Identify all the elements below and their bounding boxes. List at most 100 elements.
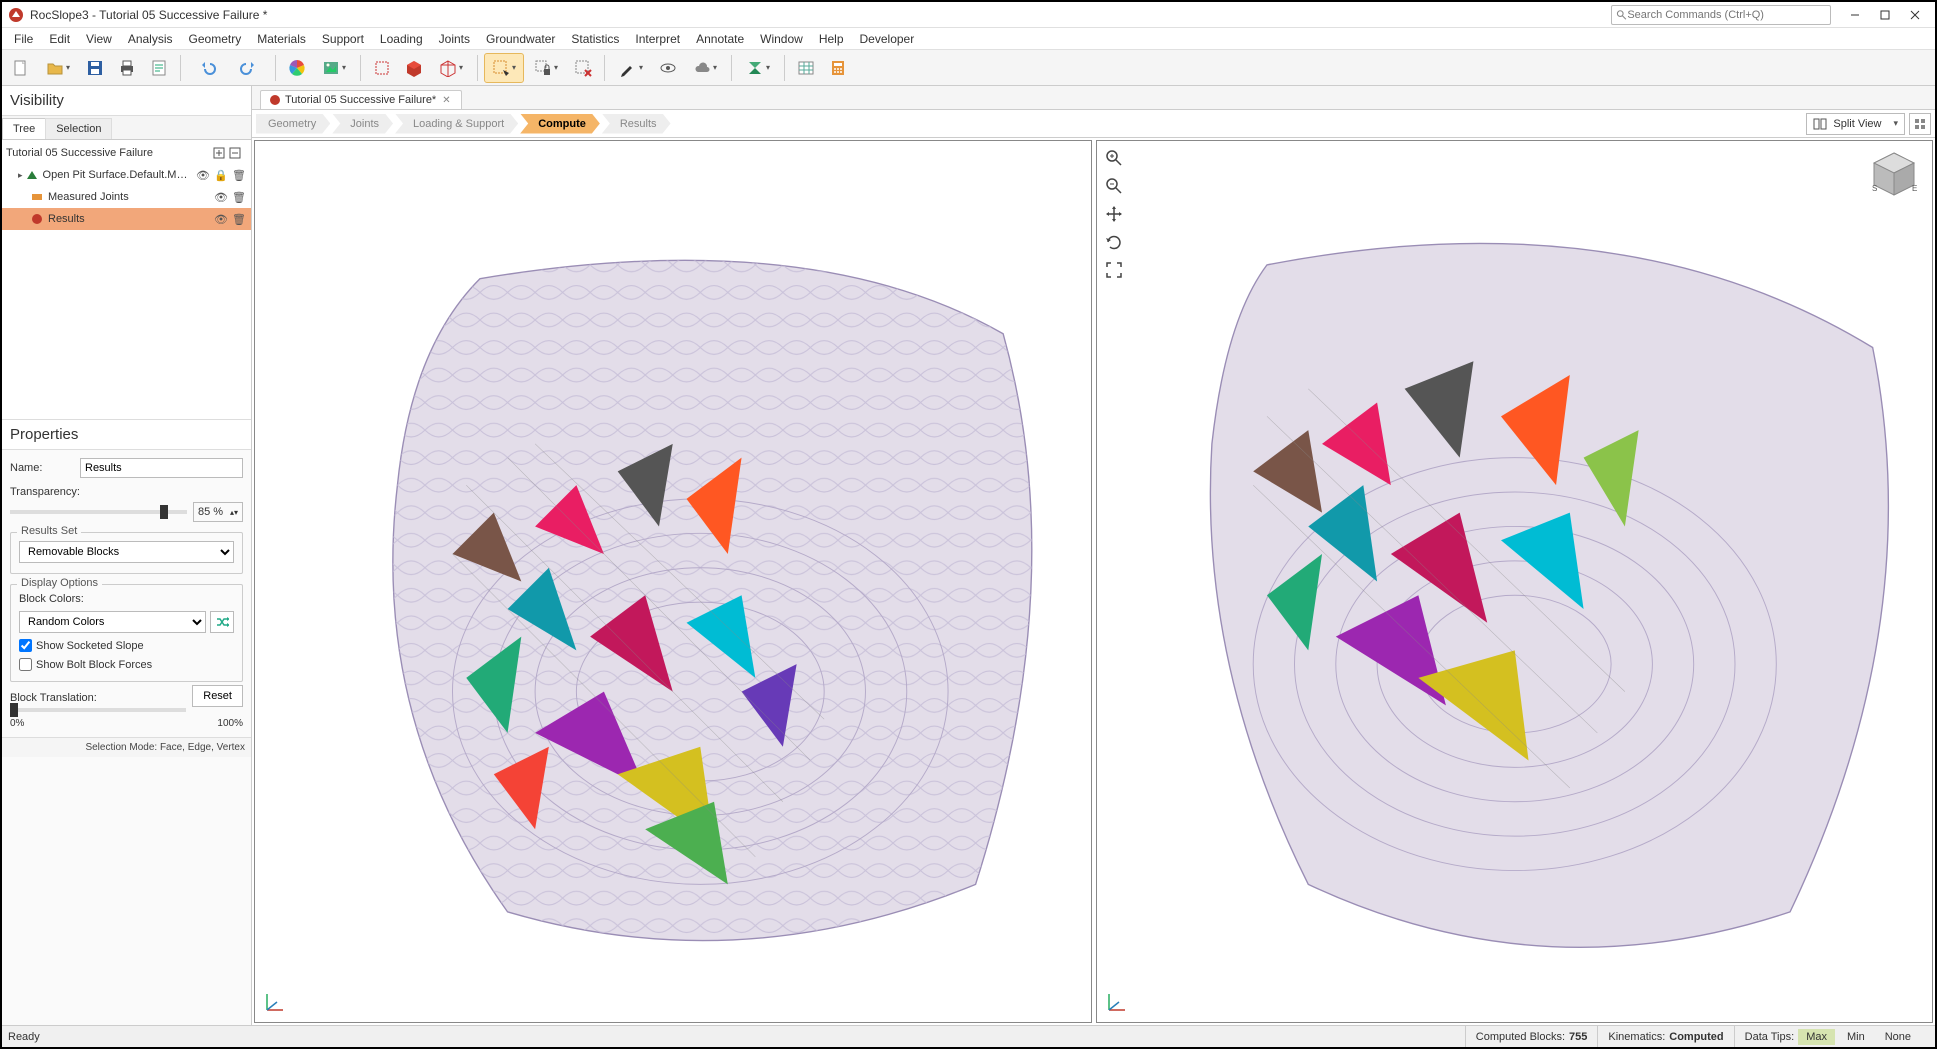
search-commands-input[interactable] xyxy=(1627,9,1826,21)
selection-mode-status: Selection Mode: Face, Edge, Vertex xyxy=(2,737,251,757)
tree-item-mesh[interactable]: ▸ Open Pit Surface.Default.Mesh_ext 👁 🔒 … xyxy=(2,164,251,186)
color-wheel-button[interactable] xyxy=(282,53,312,83)
maximize-button[interactable] xyxy=(1871,5,1899,25)
save-button[interactable] xyxy=(80,53,110,83)
print-button[interactable] xyxy=(112,53,142,83)
menu-interpret[interactable]: Interpret xyxy=(627,29,688,49)
status-bar: Ready Computed Blocks: 755 Kinematics: C… xyxy=(2,1025,1935,1047)
eye-toggle-icon[interactable]: 👁 xyxy=(195,167,211,183)
undo-button[interactable] xyxy=(187,53,227,83)
content-area: Tutorial 05 Successive Failure* ✕ Geomet… xyxy=(252,86,1935,1025)
wf-joints[interactable]: Joints xyxy=(332,114,393,134)
document-tab[interactable]: Tutorial 05 Successive Failure* ✕ xyxy=(260,90,462,109)
new-file-button[interactable] xyxy=(6,53,36,83)
reset-button[interactable]: Reset xyxy=(192,685,243,707)
menu-window[interactable]: Window xyxy=(752,29,811,49)
eye-toggle-icon[interactable]: 👁 xyxy=(213,189,229,205)
lock-selection-button[interactable] xyxy=(526,53,566,83)
folder-icon xyxy=(46,59,64,77)
datatip-none[interactable]: None xyxy=(1877,1029,1919,1045)
solid-cube-button[interactable] xyxy=(399,53,429,83)
name-field[interactable] xyxy=(80,458,243,478)
terrain-mesh-left xyxy=(255,141,1091,1022)
viewport-left[interactable] xyxy=(254,140,1092,1023)
selection-mode-button[interactable] xyxy=(484,53,524,83)
close-tab-icon[interactable]: ✕ xyxy=(440,95,452,106)
wf-results[interactable]: Results xyxy=(602,114,671,134)
block-translation-slider[interactable] xyxy=(10,708,186,712)
wf-compute[interactable]: Compute xyxy=(520,114,600,134)
show-socketed-checkbox[interactable] xyxy=(19,639,32,652)
left-panel: Visibility Tree Selection Tutorial 05 Su… xyxy=(2,86,252,1025)
menu-statistics[interactable]: Statistics xyxy=(563,29,627,49)
datatip-min[interactable]: Min xyxy=(1839,1029,1873,1045)
delete-icon[interactable]: 🗑 xyxy=(231,167,247,183)
visibility-button[interactable] xyxy=(653,53,683,83)
tree-item-results[interactable]: Results 👁 🗑 xyxy=(2,208,251,230)
workflow-bar: Geometry Joints Loading & Support Comput… xyxy=(252,110,1935,138)
undo-icon xyxy=(198,59,216,77)
wf-geometry[interactable]: Geometry xyxy=(256,114,330,134)
properties-header: Properties xyxy=(2,420,251,450)
delete-icon[interactable]: 🗑 xyxy=(231,189,247,205)
view-mode-select[interactable]: Split View xyxy=(1806,113,1905,135)
menu-loading[interactable]: Loading xyxy=(372,29,431,49)
menu-developer[interactable]: Developer xyxy=(852,29,923,49)
report-button[interactable] xyxy=(144,53,174,83)
axes-gizmo-icon xyxy=(1105,990,1129,1014)
tree-item-joints[interactable]: Measured Joints 👁 🗑 xyxy=(2,186,251,208)
menu-file[interactable]: File xyxy=(6,29,41,49)
calculator-button[interactable] xyxy=(823,53,853,83)
menu-materials[interactable]: Materials xyxy=(249,29,314,49)
wf-loading[interactable]: Loading & Support xyxy=(395,114,518,134)
deselect-button[interactable] xyxy=(568,53,598,83)
menu-annotate[interactable]: Annotate xyxy=(688,29,752,49)
eye-toggle-icon[interactable]: 👁 xyxy=(213,211,229,227)
show-socketed-checkbox-row[interactable]: Show Socketed Slope xyxy=(19,639,234,652)
delete-icon[interactable]: 🗑 xyxy=(231,211,247,227)
collapse-all-icon[interactable] xyxy=(229,147,241,159)
grid-icon xyxy=(1914,118,1926,130)
menu-analysis[interactable]: Analysis xyxy=(120,29,181,49)
shuffle-icon xyxy=(215,615,229,629)
tab-tree[interactable]: Tree xyxy=(2,118,46,139)
tree-root[interactable]: Tutorial 05 Successive Failure xyxy=(2,142,251,164)
annotate-button[interactable] xyxy=(611,53,651,83)
status-kinematics: Kinematics: Computed xyxy=(1597,1026,1733,1047)
image-settings-button[interactable] xyxy=(314,53,354,83)
expand-all-icon[interactable] xyxy=(213,147,225,159)
wireframe-button[interactable] xyxy=(367,53,397,83)
results-set-select[interactable]: Removable Blocks xyxy=(19,541,234,563)
datatip-max[interactable]: Max xyxy=(1798,1029,1835,1045)
wire-cube-button[interactable] xyxy=(431,53,471,83)
lock-icon[interactable]: 🔒 xyxy=(213,167,229,183)
menu-edit[interactable]: Edit xyxy=(41,29,78,49)
menu-view[interactable]: View xyxy=(78,29,120,49)
main-toolbar xyxy=(2,50,1935,86)
menu-geometry[interactable]: Geometry xyxy=(181,29,250,49)
select-rect-icon xyxy=(492,59,510,77)
transparency-slider[interactable] xyxy=(10,510,187,514)
redo-button[interactable] xyxy=(229,53,269,83)
search-commands-box[interactable] xyxy=(1611,5,1831,25)
tab-selection[interactable]: Selection xyxy=(45,118,112,139)
window-title: RocSlope3 - Tutorial 05 Successive Failu… xyxy=(30,8,267,22)
print-icon xyxy=(118,59,136,77)
menu-help[interactable]: Help xyxy=(811,29,852,49)
show-bolt-checkbox-row[interactable]: Show Bolt Block Forces xyxy=(19,658,234,671)
table-button[interactable] xyxy=(791,53,821,83)
block-colors-select[interactable]: Random Colors xyxy=(19,611,206,633)
open-file-button[interactable] xyxy=(38,53,78,83)
close-button[interactable] xyxy=(1901,5,1929,25)
view-settings-button[interactable] xyxy=(1909,113,1931,135)
minimize-button[interactable] xyxy=(1841,5,1869,25)
menu-groundwater[interactable]: Groundwater xyxy=(478,29,563,49)
menu-joints[interactable]: Joints xyxy=(431,29,478,49)
cloud-button[interactable] xyxy=(685,53,725,83)
compute-button[interactable] xyxy=(738,53,778,83)
transparency-value[interactable]: 85 %▴▾ xyxy=(193,502,243,522)
show-bolt-checkbox[interactable] xyxy=(19,658,32,671)
viewport-right[interactable]: S E xyxy=(1096,140,1934,1023)
shuffle-colors-button[interactable] xyxy=(210,611,234,633)
menu-support[interactable]: Support xyxy=(314,29,372,49)
